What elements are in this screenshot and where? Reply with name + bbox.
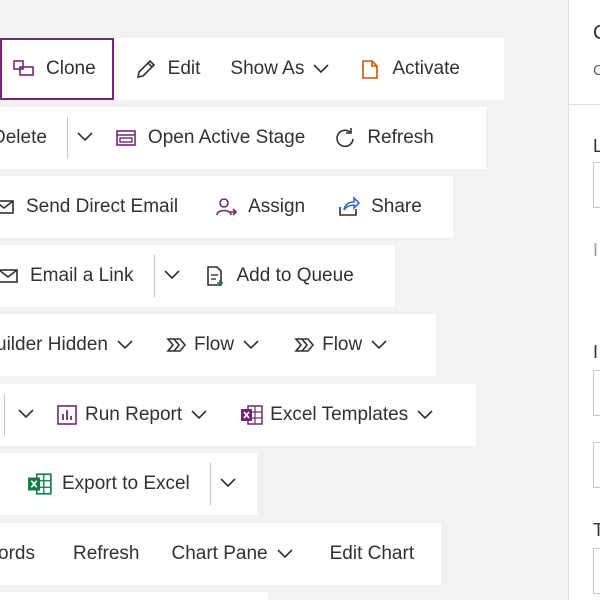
run-report-button[interactable]: Run Report bbox=[53, 391, 208, 439]
edit-chart-label: Edit Chart bbox=[329, 543, 415, 564]
chart-refresh-button[interactable]: Refresh bbox=[73, 530, 140, 578]
chevron-down-icon bbox=[77, 129, 93, 147]
builder-hidden-button[interactable]: uilder Hidden bbox=[0, 321, 134, 369]
refresh-label: Refresh bbox=[367, 127, 434, 148]
split-divider bbox=[4, 394, 5, 436]
open-active-stage-label: Open Active Stage bbox=[147, 127, 306, 148]
right-panel: C C L I I T bbox=[568, 0, 600, 600]
flow-icon bbox=[292, 331, 320, 359]
excel-templates-icon bbox=[238, 401, 266, 429]
email-icon bbox=[0, 193, 18, 221]
assign-icon bbox=[212, 193, 240, 221]
run-report-label: Run Report bbox=[85, 404, 183, 425]
excel-icon bbox=[26, 470, 54, 498]
field-input-3[interactable] bbox=[593, 442, 600, 488]
chart-refresh-label: Refresh bbox=[72, 543, 140, 564]
field-input-1[interactable] bbox=[593, 162, 600, 208]
email-link-icon bbox=[0, 262, 22, 290]
command-bar-row-7: Export to Excel bbox=[0, 453, 257, 515]
flow-label-2: Flow bbox=[322, 334, 363, 355]
email-a-link-button[interactable]: Email a Link bbox=[0, 252, 134, 300]
field-label-t: T bbox=[593, 520, 600, 540]
field-input-4[interactable] bbox=[593, 548, 600, 594]
edit-chart-button[interactable]: Edit Chart bbox=[330, 530, 414, 578]
open-active-stage-button[interactable]: Open Active Stage bbox=[112, 114, 305, 162]
command-bar-row-9 bbox=[0, 592, 268, 600]
chart-pane-button[interactable]: Chart Pane bbox=[172, 530, 294, 578]
flow-label: Flow bbox=[193, 334, 235, 355]
clone-icon bbox=[10, 55, 38, 83]
chevron-down-icon bbox=[276, 545, 294, 563]
share-icon bbox=[335, 193, 363, 221]
panel-subheading: C bbox=[593, 62, 600, 79]
delete-more-button[interactable] bbox=[68, 114, 102, 162]
chevron-down-icon bbox=[116, 336, 134, 354]
add-to-queue-button[interactable]: Add to Queue bbox=[201, 252, 354, 300]
panel-divider bbox=[569, 104, 600, 105]
command-bar-row-1: Clone Edit Show As Activate bbox=[0, 38, 504, 100]
clone-label: Clone bbox=[46, 58, 96, 79]
show-as-button[interactable]: Show As bbox=[230, 45, 330, 93]
report-icon bbox=[53, 401, 81, 429]
panel-heading: C bbox=[593, 22, 600, 45]
export-more-button[interactable] bbox=[211, 460, 245, 508]
chevron-down-icon bbox=[163, 267, 180, 285]
flow-icon bbox=[164, 331, 192, 359]
edit-label: Edit bbox=[167, 58, 201, 79]
email-a-link-more-button[interactable] bbox=[155, 252, 189, 300]
flow-button[interactable]: Flow bbox=[164, 321, 260, 369]
command-bar-row-8: ords Refresh Chart Pane Edit Chart bbox=[0, 523, 441, 585]
pencil-icon bbox=[132, 55, 160, 83]
more-commands-button[interactable] bbox=[9, 391, 43, 439]
flow-button-2[interactable]: Flow bbox=[292, 321, 388, 369]
records-button[interactable]: ords bbox=[0, 530, 35, 578]
field-label-l: L bbox=[593, 136, 600, 156]
excel-templates-label: Excel Templates bbox=[270, 404, 409, 425]
field-input-2[interactable] bbox=[593, 370, 600, 416]
chevron-down-icon bbox=[242, 336, 260, 354]
share-label: Share bbox=[371, 196, 422, 217]
excel-templates-button[interactable]: Excel Templates bbox=[238, 391, 434, 439]
field-label-i: I bbox=[593, 342, 599, 362]
queue-icon bbox=[201, 262, 229, 290]
active-stage-icon bbox=[112, 124, 140, 152]
email-a-link-label: Email a Link bbox=[30, 265, 134, 286]
export-to-excel-button[interactable]: Export to Excel bbox=[26, 460, 190, 508]
refresh-icon bbox=[331, 124, 359, 152]
chevron-down-icon bbox=[220, 475, 236, 493]
export-to-excel-label: Export to Excel bbox=[62, 473, 190, 494]
chevron-down-icon bbox=[416, 406, 434, 424]
delete-label: Delete bbox=[0, 127, 47, 148]
command-bar-row-4: Email a Link Add to Queue bbox=[0, 245, 395, 307]
send-direct-email-button[interactable]: Send Direct Email bbox=[0, 183, 178, 231]
show-as-label: Show As bbox=[230, 58, 305, 79]
activate-icon bbox=[356, 55, 384, 83]
send-direct-email-label: Send Direct Email bbox=[26, 196, 179, 217]
assign-label: Assign bbox=[248, 196, 306, 217]
command-bar-row-3: Send Direct Email Assign Share bbox=[0, 176, 453, 238]
chevron-down-icon bbox=[312, 60, 330, 78]
share-button[interactable]: Share bbox=[335, 183, 422, 231]
chevron-down-icon bbox=[370, 336, 388, 354]
command-bar-row-2: Delete Open Active Stage Refresh bbox=[0, 107, 486, 169]
builder-hidden-label: uilder Hidden bbox=[0, 334, 108, 355]
chevron-down-icon bbox=[190, 406, 208, 424]
delete-button[interactable]: Delete bbox=[0, 114, 47, 162]
field-label-i-muted: I bbox=[593, 240, 599, 260]
activate-button[interactable]: Activate bbox=[356, 45, 460, 93]
edit-button[interactable]: Edit bbox=[132, 45, 201, 93]
command-bar-row-5: uilder Hidden Flow Flow bbox=[0, 314, 436, 376]
refresh-button[interactable]: Refresh bbox=[331, 114, 434, 162]
clone-button[interactable]: Clone bbox=[0, 38, 114, 100]
assign-button[interactable]: Assign bbox=[212, 183, 305, 231]
chart-pane-label: Chart Pane bbox=[171, 543, 268, 564]
chevron-down-icon bbox=[18, 406, 34, 424]
activate-label: Activate bbox=[392, 58, 460, 79]
command-bar-row-6: Run Report Excel Templates bbox=[0, 384, 476, 446]
add-to-queue-label: Add to Queue bbox=[236, 265, 354, 286]
records-label: ords bbox=[0, 543, 35, 564]
